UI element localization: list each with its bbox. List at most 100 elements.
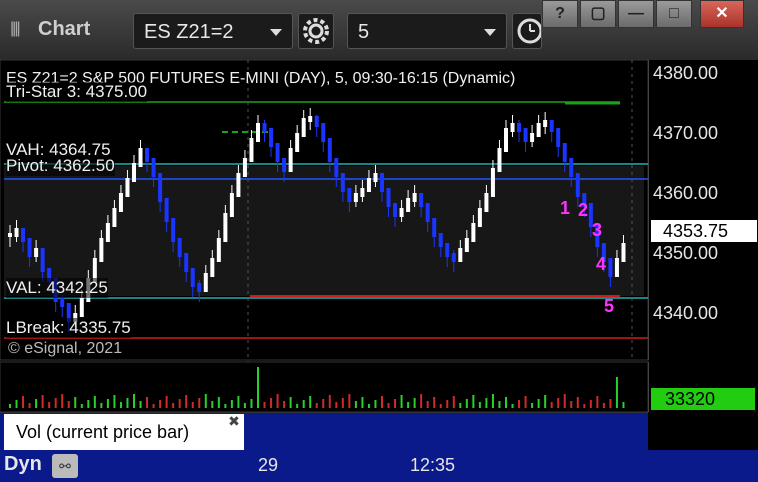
dynamic-mode-label[interactable]: Dyn <box>4 453 42 476</box>
price-bar <box>210 258 215 277</box>
price-bar <box>282 158 287 172</box>
price-bar <box>497 148 502 172</box>
volume-bar <box>296 404 299 408</box>
price-bar <box>288 148 293 172</box>
price-bar <box>125 178 130 197</box>
volume-bar <box>387 403 390 408</box>
volume-bar <box>511 404 514 408</box>
current-volume-tag: 33320 <box>651 388 755 410</box>
volume-bar <box>485 398 488 408</box>
price-bar <box>314 116 319 127</box>
price-bar <box>373 173 378 182</box>
volume-bar <box>335 402 338 408</box>
volume-bar <box>452 396 455 408</box>
volume-bar <box>152 404 155 408</box>
remove-study-button[interactable]: ✖ <box>224 414 244 428</box>
volume-legend[interactable]: Vol (current price bar) <box>4 414 244 450</box>
price-bar <box>112 208 117 227</box>
price-bar <box>510 123 515 132</box>
volume-bar <box>289 397 292 408</box>
price-bar <box>399 208 404 217</box>
price-bar <box>79 298 84 317</box>
volume-bar <box>537 399 540 408</box>
price-bar <box>308 116 313 122</box>
volume-bar <box>61 394 64 408</box>
price-bar <box>151 158 156 177</box>
volume-bar <box>524 396 527 408</box>
volume-bar <box>439 404 442 408</box>
price-bar <box>425 203 430 222</box>
volume-bar <box>498 401 501 408</box>
volume-bar <box>126 398 129 408</box>
volume-bar <box>557 398 560 408</box>
volume-bar <box>185 395 188 408</box>
price-bar <box>406 198 411 212</box>
volume-bar <box>426 401 429 408</box>
volume-bar <box>328 395 331 408</box>
price-bar <box>536 123 541 137</box>
volume-bar <box>570 401 573 408</box>
price-bar <box>614 258 619 277</box>
price-bar <box>438 233 443 247</box>
lock-icon[interactable]: ⚯ <box>52 454 78 478</box>
volume-bar <box>465 399 468 408</box>
price-bar <box>490 168 495 197</box>
price-bar <box>432 218 437 237</box>
volume-bar <box>576 397 579 408</box>
lbreak-label: LBreak: 4335.75 <box>6 318 131 338</box>
volume-bar <box>204 394 207 408</box>
volume-bar <box>309 396 312 408</box>
price-bar <box>138 148 143 167</box>
price-bar <box>484 193 489 212</box>
price-bar <box>177 238 182 257</box>
volume-bar <box>407 402 410 408</box>
price-bar <box>360 188 365 197</box>
volume-bar <box>302 400 305 408</box>
price-bar <box>366 178 371 192</box>
price-bar <box>27 238 32 257</box>
price-bar <box>132 163 136 182</box>
price-bar <box>458 248 463 262</box>
wave-marker-4: 4 <box>596 254 607 274</box>
value-area-band <box>4 166 644 296</box>
price-bar <box>99 238 104 262</box>
volume-bar <box>35 399 38 408</box>
price-bar <box>562 143 567 162</box>
price-bar <box>556 128 561 147</box>
price-bar <box>8 233 12 237</box>
volume-bar <box>146 397 149 408</box>
volume-bar <box>491 394 494 408</box>
price-bar <box>40 248 45 272</box>
price-bar <box>197 283 202 292</box>
volume-bar <box>250 399 253 408</box>
price-bar <box>380 173 384 192</box>
price-bar <box>471 223 476 242</box>
volume-bar <box>276 394 279 408</box>
volume-bar <box>165 396 168 408</box>
volume-bar <box>341 398 344 408</box>
volume-bar <box>48 402 51 408</box>
price-bar <box>334 158 339 177</box>
volume-bar <box>589 400 592 408</box>
price-bar <box>621 243 626 262</box>
volume-bar <box>178 399 181 408</box>
price-bar <box>464 238 469 252</box>
price-bar <box>236 173 241 197</box>
volume-bar <box>413 398 416 408</box>
volume-bar <box>459 403 462 408</box>
price-bar <box>517 123 522 132</box>
volume-bar <box>472 395 475 408</box>
price-bar <box>523 128 528 142</box>
price-bar <box>340 173 345 192</box>
volume-bar <box>583 404 586 408</box>
volume-bar <box>211 401 214 408</box>
price-bar <box>21 228 26 242</box>
volume-bar <box>113 395 116 408</box>
price-tick-label: 4350.00 <box>653 243 719 263</box>
volume-bar <box>505 397 507 408</box>
price-bar <box>158 173 163 202</box>
price-bar <box>256 123 260 142</box>
volume-bar <box>74 397 77 408</box>
price-bar <box>295 133 300 152</box>
price-axis[interactable]: 4380.00 4370.00 4360.00 4350.00 4340.00 … <box>648 60 758 360</box>
